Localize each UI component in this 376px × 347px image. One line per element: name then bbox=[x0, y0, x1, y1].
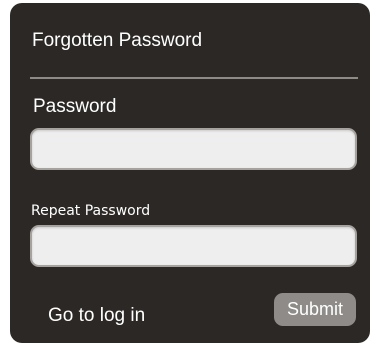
forgotten-password-dialog: Forgotten Password Password Repeat Passw… bbox=[10, 3, 370, 343]
submit-button[interactable]: Submit bbox=[274, 293, 356, 326]
password-input[interactable] bbox=[30, 128, 357, 170]
go-to-login-link[interactable]: Go to log in bbox=[48, 305, 145, 327]
title-divider bbox=[30, 77, 358, 79]
dialog-title: Forgotten Password bbox=[32, 30, 203, 51]
repeat-password-label: Repeat Password bbox=[31, 203, 151, 219]
repeat-password-input[interactable] bbox=[30, 225, 357, 267]
password-label: Password bbox=[33, 96, 117, 117]
